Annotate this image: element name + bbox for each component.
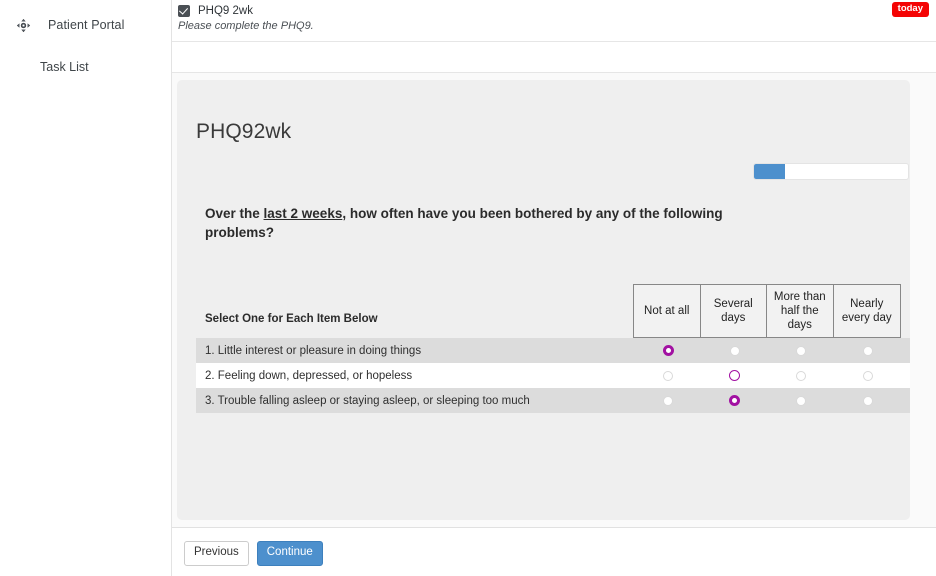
radio-button[interactable] (729, 345, 740, 356)
sidebar-brand[interactable]: Patient Portal (0, 0, 171, 34)
progress-bar-fill (754, 164, 785, 179)
matrix-column-header: More than half the days (767, 285, 834, 337)
matrix-row: 3. Trouble falling asleep or staying asl… (196, 388, 910, 413)
sidebar: Patient Portal Task List (0, 0, 172, 576)
matrix-option-cell[interactable] (702, 338, 769, 363)
radio-button-selected[interactable] (729, 370, 741, 381)
matrix-column-header: Nearly every day (841, 298, 892, 324)
task-subtitle: Please complete the PHQ9. (178, 20, 314, 32)
matrix-header-row: Select One for Each Item Below Not at al… (196, 284, 910, 338)
sidebar-brand-label: Patient Portal (48, 18, 125, 32)
progress-bar (753, 163, 909, 180)
task-header: PHQ9 2wk Please complete the PHQ9. today (172, 0, 936, 42)
radio-button-selected[interactable] (662, 345, 674, 356)
form-panel: PHQ92wk Over the last 2 weeks, how often… (172, 73, 936, 528)
survey-card: PHQ92wk Over the last 2 weeks, how often… (177, 80, 910, 520)
radio-button[interactable] (862, 345, 873, 356)
status-badge-today: today (891, 2, 929, 17)
matrix-column-header: Several days (701, 285, 767, 337)
page-title: PHQ92wk (196, 120, 292, 143)
matrix-row-options (635, 338, 901, 363)
matrix-option-cell[interactable] (768, 388, 835, 413)
matrix-option-cell[interactable] (768, 363, 835, 388)
header-spacer (172, 42, 936, 73)
radio-button[interactable] (663, 395, 674, 406)
question-matrix: Select One for Each Item Below Not at al… (196, 284, 910, 413)
radio-button[interactable] (796, 395, 807, 406)
matrix-row-options (635, 363, 901, 388)
prompt-text-underlined: last 2 weeks (263, 206, 343, 221)
matrix-rows: 1. Little interest or pleasure in doing … (196, 338, 910, 413)
matrix-option-cell[interactable] (635, 338, 702, 363)
matrix-option-cell[interactable] (635, 363, 702, 388)
content-area: PHQ9 2wk Please complete the PHQ9. today… (172, 0, 936, 576)
matrix-option-cell[interactable] (635, 388, 702, 413)
matrix-column-headers: Not at all Several days More than half the… (633, 284, 901, 338)
task-complete-checkbox[interactable] (178, 5, 190, 17)
question-prompt: Over the last 2 weeks, how often have yo… (205, 204, 765, 242)
sidebar-item-label: Task List (40, 60, 89, 74)
sidebar-item-task-list[interactable]: Task List (0, 34, 171, 74)
matrix-option-cell[interactable] (702, 388, 769, 413)
matrix-option-cell[interactable] (835, 338, 902, 363)
matrix-option-cell[interactable] (835, 363, 902, 388)
radio-button-selected[interactable] (729, 395, 741, 406)
continue-button[interactable]: Continue (256, 541, 323, 566)
form-footer: Previous Continue (172, 528, 936, 575)
task-title-row: PHQ9 2wk (178, 5, 936, 17)
matrix-option-cell[interactable] (702, 363, 769, 388)
matrix-instruction: Select One for Each Item Below (205, 313, 378, 325)
app-root: Patient Portal Task List PHQ9 2wk Please… (0, 0, 936, 576)
radio-button[interactable] (796, 370, 807, 381)
task-title: PHQ9 2wk (198, 5, 253, 17)
matrix-option-cell[interactable] (768, 338, 835, 363)
radio-button[interactable] (862, 370, 873, 381)
radio-button[interactable] (796, 345, 807, 356)
move-arrows-icon (14, 16, 32, 34)
matrix-option-cell[interactable] (835, 388, 902, 413)
prompt-text-before: Over the (205, 206, 264, 221)
radio-button[interactable] (663, 370, 674, 381)
previous-button[interactable]: Previous (184, 541, 249, 566)
radio-button[interactable] (862, 395, 873, 406)
matrix-row: 1. Little interest or pleasure in doing … (196, 338, 910, 363)
matrix-column-header: Not at all (634, 285, 701, 337)
matrix-row-options (635, 388, 901, 413)
matrix-row: 2. Feeling down, depressed, or hopeless (196, 363, 910, 388)
